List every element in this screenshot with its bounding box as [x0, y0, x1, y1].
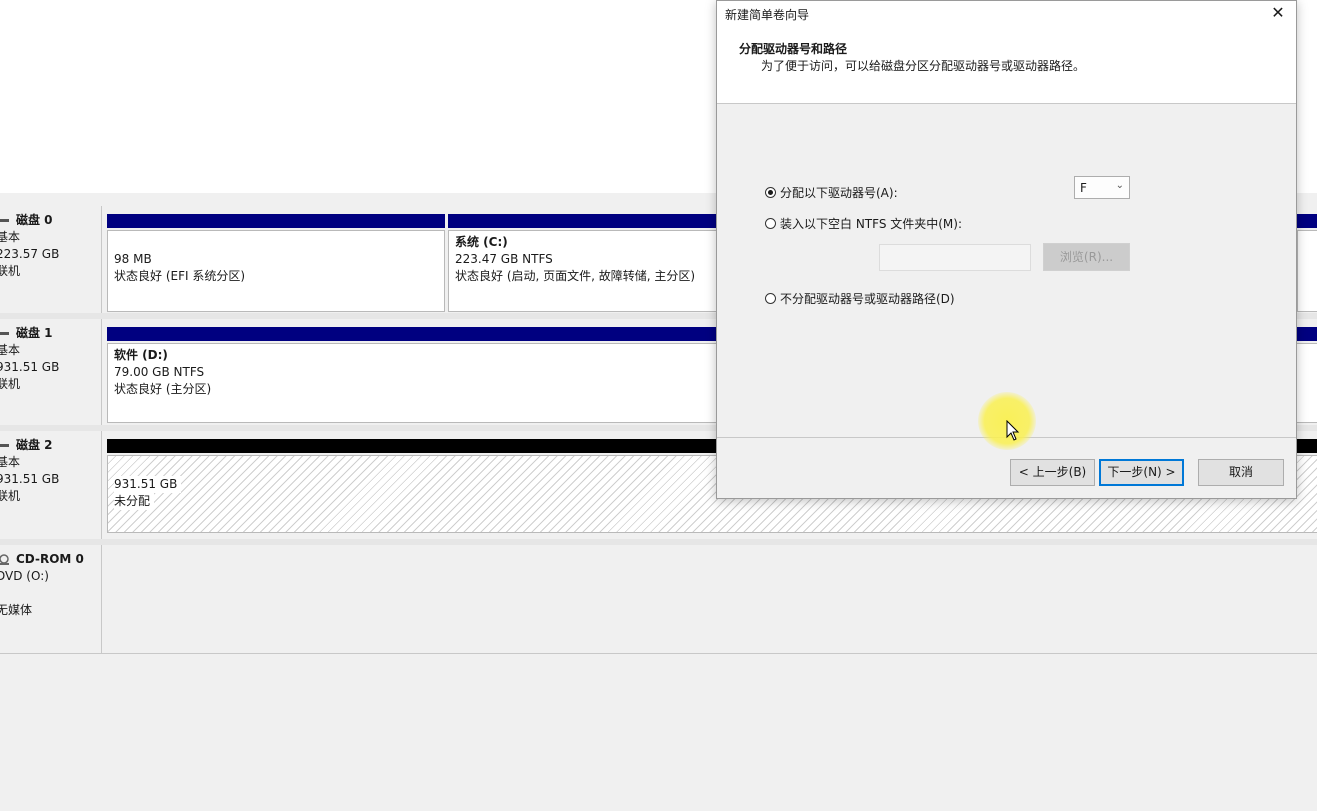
radio-label: 装入以下空白 NTFS 文件夹中(M): [780, 217, 963, 231]
partition-c[interactable]: 系统 (C:) 223.47 GB NTFS 状态良好 (启动, 页面文件, 故… [448, 214, 717, 312]
partition-tail [1297, 214, 1317, 312]
disk-type: 基本 [0, 455, 21, 469]
cdrom-status: 无媒体 [0, 603, 33, 617]
disk-size: 223.57 GB [0, 247, 60, 261]
cdrom-name: CD-ROM 0 [16, 552, 84, 566]
disk-size: 931.51 GB [0, 360, 60, 374]
dialog-header: 分配驱动器号和路径 为了便于访问，可以给磁盘分区分配驱动器号或驱动器路径。 [717, 27, 1296, 104]
partition-size: 223.47 GB NTFS [455, 252, 553, 266]
disk-status: 联机 [0, 377, 21, 391]
radio-no-assign[interactable]: 不分配驱动器号或驱动器路径(D) [765, 290, 955, 307]
disk-status: 联机 [0, 264, 21, 278]
drive-letter-select[interactable]: F ⌄ [1074, 176, 1130, 199]
dialog-titlebar[interactable]: 新建简单卷向导 ✕ [717, 1, 1296, 27]
partition-size: 931.51 GB [114, 476, 182, 493]
next-button[interactable]: 下一步(N) > [1099, 459, 1184, 486]
partition-title: 系统 (C:) [455, 235, 508, 249]
disk-name: 磁盘 0 [16, 213, 53, 227]
partition-bar [107, 214, 445, 228]
dialog-subheading: 为了便于访问，可以给磁盘分区分配驱动器号或驱动器路径。 [761, 59, 1086, 73]
disk-icon [0, 219, 9, 222]
partition-size: 98 MB [114, 252, 152, 266]
disk-icon [0, 332, 9, 335]
disk-label-2[interactable]: 磁盘 2 基本 931.51 GB 联机 [0, 431, 102, 539]
disk-type: 基本 [0, 343, 21, 357]
radio-button[interactable] [765, 218, 776, 229]
disk-name: 磁盘 1 [16, 326, 53, 340]
radio-label: 分配以下驱动器号(A): [780, 186, 898, 200]
cdrom-row: CD-ROM 0 DVD (O:) 无媒体 [0, 545, 1317, 654]
radio-label: 不分配驱动器号或驱动器路径(D) [780, 292, 955, 306]
partition-status: 未分配 [114, 493, 155, 510]
cdrom-label[interactable]: CD-ROM 0 DVD (O:) 无媒体 [0, 545, 102, 653]
radio-assign-letter[interactable]: 分配以下驱动器号(A): [765, 184, 898, 201]
cdrom-type: DVD (O:) [0, 569, 49, 583]
mouse-pointer-icon [1006, 420, 1020, 441]
radio-button-checked[interactable] [765, 187, 776, 198]
cdrom-icon [0, 553, 9, 565]
close-icon[interactable]: ✕ [1268, 3, 1288, 23]
disk-size: 931.51 GB [0, 472, 60, 486]
drive-letter-value: F [1080, 181, 1087, 195]
browse-button[interactable]: 浏览(R)... [1043, 243, 1130, 271]
radio-button[interactable] [765, 293, 776, 304]
partition-bar [448, 214, 717, 228]
folder-path-input[interactable] [879, 244, 1031, 271]
radio-mount-folder[interactable]: 装入以下空白 NTFS 文件夹中(M): [765, 215, 962, 232]
partition-efi[interactable]: 98 MB 状态良好 (EFI 系统分区) [107, 214, 445, 312]
cancel-button[interactable]: 取消 [1198, 459, 1284, 486]
chevron-down-icon: ⌄ [1115, 180, 1124, 191]
dialog-title: 新建简单卷向导 [725, 8, 810, 22]
disk-type: 基本 [0, 230, 21, 244]
disk-label-0[interactable]: 磁盘 0 基本 223.57 GB 联机 [0, 206, 102, 313]
disk-status: 联机 [0, 489, 21, 503]
disk-icon [0, 444, 9, 447]
partition-status: 状态良好 (启动, 页面文件, 故障转储, 主分区) [455, 269, 696, 283]
disk-label-1[interactable]: 磁盘 1 基本 931.51 GB 联机 [0, 319, 102, 425]
dialog-heading: 分配驱动器号和路径 [739, 42, 848, 56]
partition-status: 状态良好 (EFI 系统分区) [114, 269, 246, 283]
back-button[interactable]: < 上一步(B) [1010, 459, 1095, 486]
disk-name: 磁盘 2 [16, 438, 53, 452]
